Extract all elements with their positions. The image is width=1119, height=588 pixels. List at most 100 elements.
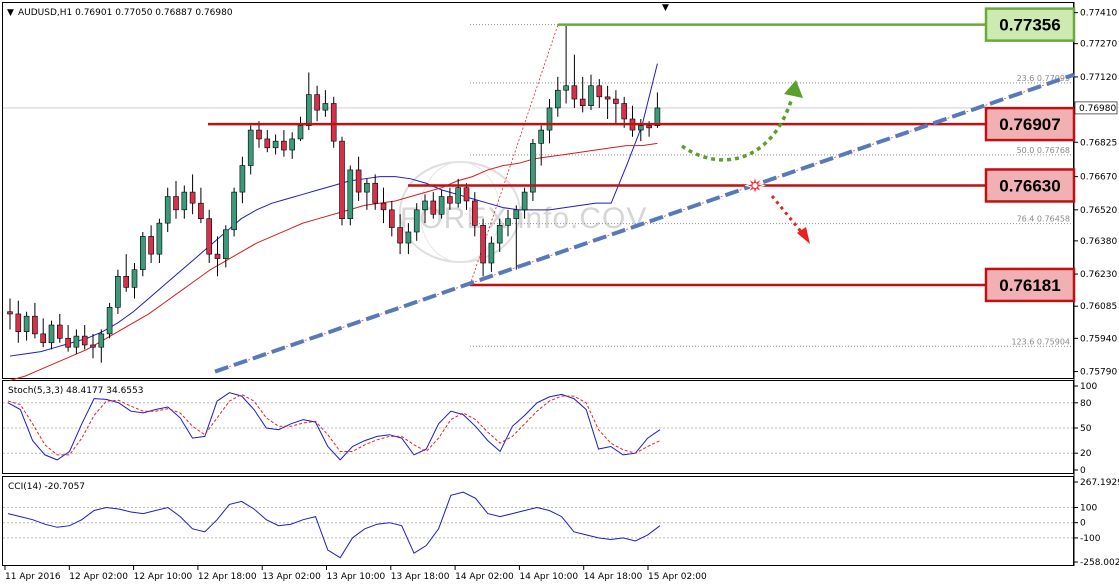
candle-body <box>173 196 179 211</box>
candle-body <box>73 335 80 348</box>
fib-level-label: 23.6 0.77093 <box>1017 74 1070 83</box>
time-axis-tick-label: 11 Apr 2016 <box>5 572 61 582</box>
price-axis-tick-label: 0.77410 <box>1080 9 1117 19</box>
stoch-axis-label: 80 <box>1080 399 1092 409</box>
candle-body <box>521 191 528 211</box>
candle-body <box>455 187 462 204</box>
candle-body <box>56 324 63 339</box>
candle <box>347 165 354 226</box>
candle-body <box>106 307 113 335</box>
candle-body <box>330 103 337 142</box>
cci-axis-label: 100 <box>1080 503 1097 513</box>
candle-body <box>164 196 171 224</box>
candle-body <box>388 209 395 228</box>
candle-body <box>646 125 652 129</box>
candle-body <box>256 129 262 140</box>
candle-body <box>32 315 38 335</box>
candle-body <box>322 103 329 111</box>
candle-body <box>198 202 204 219</box>
candle-body <box>471 200 478 226</box>
price-axis-tick-label: 0.76670 <box>1080 173 1117 183</box>
stoch-axis-label: 50 <box>1080 424 1092 434</box>
level-price-label: 0.76907 <box>999 115 1060 134</box>
candle <box>231 187 237 237</box>
time-axis-tick-label: 14 Apr 10:00 <box>519 572 578 582</box>
symbol-header: AUDUSD,H1 0.76901 0.77050 0.76887 0.7698… <box>18 8 233 18</box>
candle-body <box>397 227 403 244</box>
candle-body <box>65 338 71 348</box>
candle <box>106 302 113 339</box>
candle-body <box>297 125 304 140</box>
time-axis-tick-label: 14 Apr 18:00 <box>584 572 643 582</box>
candle-body <box>621 103 628 120</box>
candle-body <box>23 315 30 332</box>
stoch-title: Stoch(5,3,3) 48.4177 34.6553 <box>8 386 143 396</box>
price-axis-tick-label: 0.75790 <box>1080 368 1117 378</box>
time-axis-tick-label: 12 Apr 10:00 <box>134 572 193 582</box>
price-axis-tick-label: 0.76085 <box>1080 302 1117 312</box>
candle-body <box>7 311 13 315</box>
candle-body <box>115 275 121 308</box>
candle-body <box>480 225 486 264</box>
candle-body <box>563 85 569 91</box>
candle-body <box>538 129 545 144</box>
chart-menu-icon[interactable]: ▼ <box>7 8 14 18</box>
stoch-axis-label: 20 <box>1080 449 1092 459</box>
candle-body <box>123 275 129 288</box>
candle-body <box>637 125 644 131</box>
cci-axis-label: -258.0027 <box>1080 558 1119 568</box>
candle-body <box>372 182 379 204</box>
candle-body <box>355 169 362 193</box>
price-axis-tick-label: 0.76825 <box>1080 138 1117 148</box>
current-price-label: 0.76980 <box>1079 104 1116 114</box>
candle-body <box>496 225 503 244</box>
candle-body <box>231 191 237 231</box>
price-panel[interactable] <box>2 2 1074 379</box>
candle-body <box>81 335 88 346</box>
candle-body <box>438 196 445 215</box>
stoch-axis-label: 100 <box>1080 382 1097 392</box>
candle-body <box>364 182 370 193</box>
cci-panel[interactable] <box>2 476 1074 566</box>
candle-body <box>314 94 320 111</box>
candle-body <box>613 98 619 104</box>
candle-body <box>588 85 594 107</box>
time-axis-tick-label: 13 Apr 10:00 <box>327 572 386 582</box>
candle-body <box>189 191 196 204</box>
fib-level-label: 123.6 0.75904 <box>1011 337 1070 346</box>
cci-title: CCI(14) -20.7057 <box>8 482 85 492</box>
candle <box>140 231 146 277</box>
scroll-marker-icon[interactable]: ▼ <box>662 3 669 13</box>
candle-body <box>131 269 138 288</box>
candle-body <box>181 191 188 211</box>
candle <box>530 138 536 201</box>
price-axis-tick-label: 0.75940 <box>1080 334 1117 344</box>
candle-body <box>40 333 47 344</box>
candle <box>339 136 345 226</box>
candle-body <box>604 96 611 100</box>
price-axis-tick-label: 0.76380 <box>1080 237 1117 247</box>
candle-body <box>239 165 246 193</box>
price-axis-tick-label: 0.76520 <box>1080 206 1117 216</box>
candle-body <box>305 94 312 126</box>
trading-chart[interactable]: ▼ AUDUSD,H1 0.76901 0.77050 0.76887 0.76… <box>0 0 1119 588</box>
candle-body <box>596 85 603 98</box>
candle-body <box>413 209 420 233</box>
level-price-label: 0.76181 <box>999 276 1060 295</box>
candle-body <box>430 200 437 215</box>
candle-body <box>554 89 561 109</box>
fib-level-label: 76.4 0.76458 <box>1017 215 1070 224</box>
level-price-label: 0.77356 <box>999 16 1060 35</box>
candle-body <box>214 253 221 259</box>
candle-body <box>281 140 287 151</box>
candle-body <box>264 138 271 149</box>
time-axis-tick-label: 13 Apr 18:00 <box>391 572 450 582</box>
candle-body <box>579 98 586 107</box>
time-axis-tick-label: 12 Apr 18:00 <box>198 572 257 582</box>
candle-body <box>571 85 578 100</box>
candle-body <box>206 218 212 255</box>
candle-body <box>272 140 279 149</box>
stoch-panel[interactable] <box>2 380 1074 474</box>
candle-body <box>98 333 105 348</box>
candle-body <box>156 222 163 255</box>
